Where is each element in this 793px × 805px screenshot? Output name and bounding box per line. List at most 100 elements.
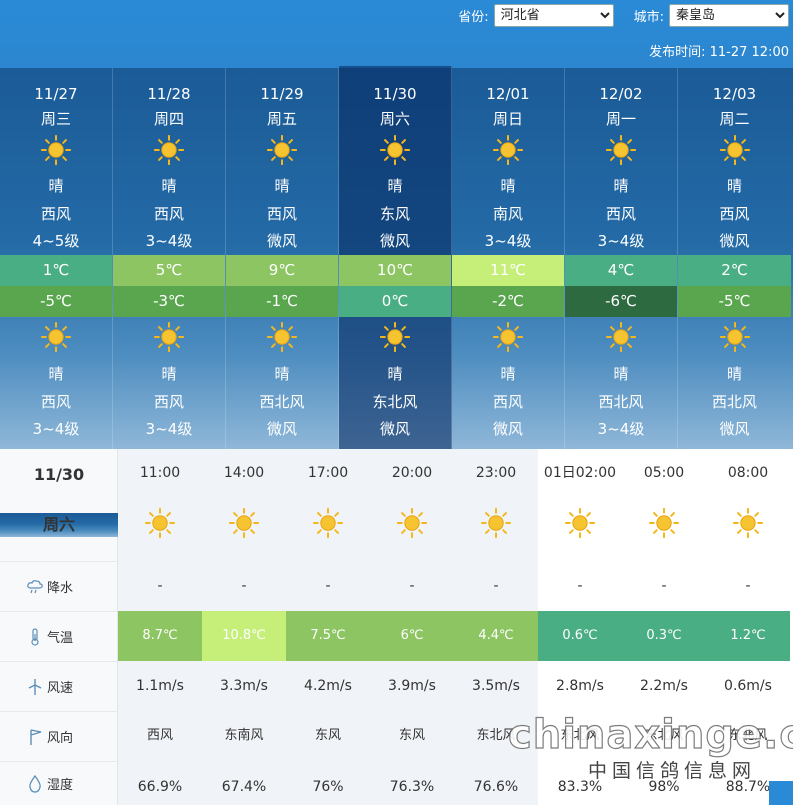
hour-sun-icon	[370, 507, 454, 539]
night-wind-level: 微风	[719, 420, 750, 438]
hour-wind-speed: 4.2m/s	[304, 678, 352, 694]
day-wind-level: 3~4级	[145, 232, 193, 250]
day-date: 11/30	[373, 85, 417, 103]
day-date: 11/29	[260, 85, 304, 103]
day-weekday: 周一	[605, 110, 636, 128]
day-sun-icon	[226, 134, 338, 166]
night-sun-icon	[452, 321, 564, 353]
night-sun-icon	[678, 321, 791, 353]
day-column[interactable]: 11/29 周五晴西风 微风晴西北风 微风 9℃ -1℃	[226, 68, 339, 449]
day-column[interactable]: 12/03 周二晴西风 微风晴西北风 微风 2℃ -5℃	[678, 68, 791, 449]
precip-label: 降水	[47, 581, 74, 596]
hour-wind-speed: 2.2m/s	[640, 678, 688, 694]
day-sun-icon	[0, 134, 112, 166]
hour-humidity: 76.6%	[473, 779, 519, 795]
night-sun-icon	[113, 321, 225, 353]
hour-wind-speed: 3.3m/s	[220, 678, 268, 694]
day-wind-level: 4~5级	[32, 232, 80, 250]
day-sun-icon	[113, 134, 225, 166]
hour-sun-icon	[706, 507, 790, 539]
hour-sun-icon	[622, 507, 706, 539]
hour-time: 20:00	[391, 465, 433, 481]
day-wind-direction: 西风	[40, 205, 71, 223]
day-wind-level: 3~4级	[484, 232, 532, 250]
day-weather: 晴	[387, 177, 403, 195]
hour-time: 08:00	[727, 465, 769, 481]
day-sun-icon	[339, 134, 451, 166]
night-low-temp: -6℃	[565, 286, 677, 317]
hour-time: 05:00	[643, 465, 685, 481]
hourly-date: 11/30	[33, 465, 85, 484]
day-weekday: 周二	[719, 110, 750, 128]
day-date: 11/27	[34, 85, 78, 103]
hour-sun-icon	[118, 507, 202, 539]
night-wind-level: 3~4级	[32, 420, 80, 438]
night-wind-direction: 西北风	[711, 393, 757, 411]
day-wind-level: 微风	[379, 232, 410, 250]
night-wind-level: 3~4级	[145, 420, 193, 438]
hour-time: 01日02:00	[543, 465, 617, 481]
hour-temp: 7.5℃	[286, 611, 370, 661]
day-sun-icon	[678, 134, 791, 166]
night-low-temp: -1℃	[226, 286, 338, 317]
night-wind-direction: 西风	[492, 393, 523, 411]
hour-wind-speed: 1.1m/s	[136, 678, 184, 694]
night-low-temp: -5℃	[0, 286, 112, 317]
scroll-corner-button[interactable]	[769, 781, 793, 805]
day-weather: 晴	[48, 177, 64, 195]
hour-wind-speed: 3.5m/s	[472, 678, 520, 694]
hour-temp: 6℃	[370, 611, 454, 661]
day-date: 12/03	[712, 85, 757, 103]
day-wind-level: 3~4级	[597, 232, 645, 250]
hour-sun-icon	[538, 507, 622, 539]
day-column[interactable]: 11/30 周六晴东风 微风晴东北风 微风 10℃ 0℃	[339, 66, 452, 449]
day-wind-direction: 西风	[605, 205, 636, 223]
day-column[interactable]: 11/28 周四晴西风 3~4级晴西风 3~4级 5℃ -3℃	[113, 68, 226, 449]
hour-precip: -	[493, 578, 499, 594]
hour-wind-direction: 东南风	[224, 728, 264, 743]
rain-cloud-icon	[26, 578, 44, 596]
hour-precip: -	[241, 578, 247, 594]
city-select[interactable]: 秦皇岛	[669, 4, 789, 27]
night-weather: 晴	[726, 365, 742, 383]
hour-precip: -	[409, 578, 415, 594]
day-high-temp: 9℃	[226, 255, 338, 286]
precip-label-cell: 降水	[0, 561, 118, 611]
night-wind-direction: 西风	[40, 393, 71, 411]
hour-wind-direction: 东风	[398, 728, 425, 743]
day-weekday: 周日	[492, 110, 523, 128]
day-weather: 晴	[161, 177, 177, 195]
temp-label-cell: 气温	[0, 611, 118, 661]
hour-time: 14:00	[223, 465, 265, 481]
night-sun-icon	[226, 321, 338, 353]
day-wind-direction: 西风	[153, 205, 184, 223]
night-sun-icon	[339, 321, 451, 353]
publish-time: 发布时间: 11-27 12:00	[649, 45, 789, 60]
day-date: 11/28	[147, 85, 191, 103]
night-wind-direction: 西风	[153, 393, 184, 411]
hour-wind-speed: 2.8m/s	[556, 678, 604, 694]
night-sun-icon	[565, 321, 677, 353]
wind-dir-label-cell: 风向	[0, 711, 118, 761]
day-date: 12/02	[599, 85, 643, 103]
wind-flag-icon	[26, 728, 44, 746]
night-wind-direction: 西北风	[259, 393, 305, 411]
hour-humidity: 76.3%	[389, 779, 435, 795]
hour-precip: -	[157, 578, 163, 594]
day-column[interactable]: 12/02 周一晴西风 3~4级晴西北风 3~4级 4℃ -6℃	[565, 68, 678, 449]
day-weather: 晴	[500, 177, 516, 195]
day-column[interactable]: 12/01 周日晴南风 3~4级晴西风 微风 11℃ -2℃	[452, 68, 565, 449]
humidity-label: 湿度	[47, 778, 74, 793]
day-column[interactable]: 11/27 周三晴西风 4~5级晴西风 3~4级 1℃ -5℃	[0, 68, 113, 449]
hour-precip: -	[325, 578, 331, 594]
hour-time: 11:00	[139, 465, 181, 481]
wind-dir-label: 风向	[47, 731, 74, 746]
province-select[interactable]: 河北省	[493, 4, 614, 27]
wind-speed-label: 风速	[47, 681, 74, 696]
day-weather: 晴	[274, 177, 290, 195]
wind-turbine-icon	[26, 678, 44, 696]
night-low-temp: -5℃	[678, 286, 791, 317]
location-selector: 省份: 河北省 城市: 秦皇岛	[458, 4, 789, 27]
hour-temp: 1.2℃	[706, 611, 790, 661]
hour-wind-direction: 西风	[146, 728, 173, 743]
